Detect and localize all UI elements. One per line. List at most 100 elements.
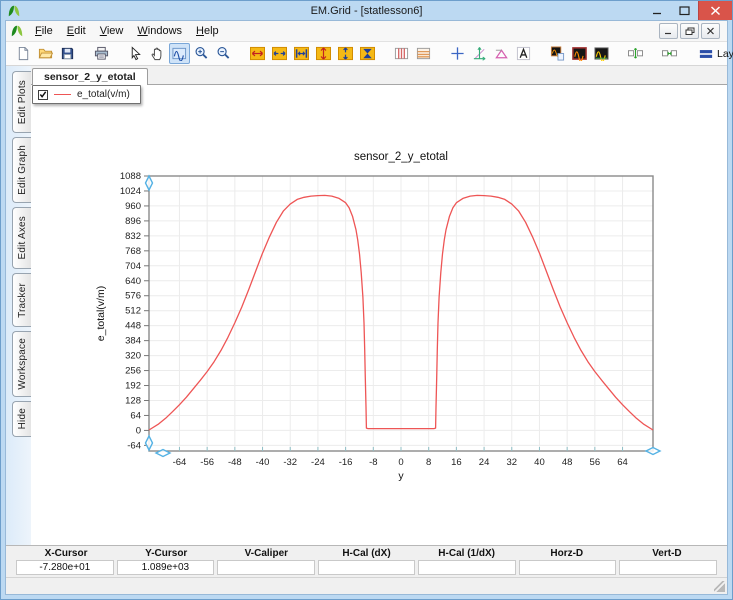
status-header-y-cursor: Y-Cursor (145, 548, 188, 559)
menu-view[interactable]: View (93, 23, 131, 39)
menu-edit[interactable]: Edit (60, 23, 93, 39)
new-icon (18, 46, 29, 61)
horizontal-markers-button[interactable] (413, 43, 434, 64)
print-button[interactable] (91, 43, 112, 64)
status-value-6 (619, 560, 717, 575)
sidebar-tab-label: Tracker (16, 282, 28, 318)
rows-icon (416, 47, 431, 60)
menu-help[interactable]: Help (189, 23, 226, 39)
open-icon (38, 48, 53, 59)
eqh-icon (662, 50, 677, 57)
svg-text:512: 512 (125, 306, 141, 317)
sidebar-tab-label: Edit Plots (16, 79, 28, 125)
footer-strip (6, 577, 727, 594)
svg-text:704: 704 (125, 261, 141, 272)
svg-text:-64: -64 (127, 440, 141, 451)
mdi-minimize-button[interactable] (659, 23, 678, 39)
layout-dropdown[interactable]: Layout (693, 42, 733, 65)
status-value-0: -7.280e+01 (16, 560, 114, 575)
svg-text:8: 8 (426, 457, 431, 468)
zoom-window-button[interactable] (169, 43, 190, 64)
expand-vertical-button[interactable] (335, 43, 356, 64)
vertical-markers-button[interactable] (391, 43, 412, 64)
columns-icon (394, 47, 409, 60)
svg-text:-32: -32 (283, 457, 297, 468)
plot-dark-style-button[interactable] (569, 43, 590, 64)
svg-text:832: 832 (125, 231, 141, 242)
y-tick-marks (144, 175, 149, 446)
legend-box: e_total(v/m) (32, 85, 141, 104)
chart-plot-area[interactable]: -64 -56 -48 -40 -32 -24 -16 -8 0 8 16 24 32 40 48 56 64-… (91, 142, 691, 487)
pan-button[interactable] (147, 43, 168, 64)
clamp-horizontal-button[interactable] (291, 43, 312, 64)
plus-icon (451, 47, 464, 60)
layout-icon (699, 49, 713, 58)
close-button[interactable] (698, 1, 732, 20)
menu-file[interactable]: File (28, 23, 60, 39)
expand-horizontal-button[interactable] (269, 43, 290, 64)
legend-line-swatch (54, 94, 71, 95)
menu-windows[interactable]: Windows (130, 23, 189, 39)
zoom-in-button[interactable] (191, 43, 212, 64)
mdi-window-controls (659, 23, 723, 39)
sine-icon (172, 47, 187, 61)
menu-bar: File Edit View Windows Help (6, 21, 727, 42)
tracker-axes-button[interactable] (469, 43, 490, 64)
copydark-icon (550, 46, 565, 61)
plot-canvas[interactable]: e_total(v/m) -64 -56 -48 -40 -32 -24 -16 -8 0 8 16… (31, 85, 727, 545)
tab-label: sensor_2_y_etotal (44, 71, 136, 83)
fit-vertical-button[interactable] (313, 43, 334, 64)
copy-plot-button[interactable] (547, 43, 568, 64)
sidebar-tab-edit-plots[interactable]: Edit Plots (12, 71, 31, 133)
equal-vertical-spacing-button[interactable] (625, 43, 646, 64)
maximize-button[interactable] (671, 1, 698, 20)
open-file-button[interactable] (35, 43, 56, 64)
svg-text:0: 0 (136, 425, 141, 436)
save-button[interactable] (57, 43, 78, 64)
exph-icon (272, 46, 287, 61)
minimize-button[interactable] (644, 1, 671, 20)
sidebar-tab-workspace[interactable]: Workspace (12, 331, 31, 397)
legend-checkbox[interactable] (38, 89, 48, 100)
clamp-vertical-button[interactable] (357, 43, 378, 64)
status-value-1: 1.089e+03 (116, 560, 215, 575)
plot-style-button[interactable] (591, 43, 612, 64)
x-tick-labels: -64 -56 -48 -40 -32 -24 -16 -8 0 8 16 24 32 40 48 56 64 (173, 457, 628, 468)
new-file-button[interactable] (13, 43, 34, 64)
sidebar-tab-tracker[interactable]: Tracker (12, 273, 31, 327)
layout-label: Layout (717, 47, 733, 60)
svg-text:640: 640 (125, 276, 141, 287)
tab-sensor-2-y-etotal[interactable]: sensor_2_y_etotal (32, 68, 148, 85)
crosshair-button[interactable] (447, 43, 468, 64)
svg-text:192: 192 (125, 381, 141, 392)
fit-horizontal-button[interactable] (247, 43, 268, 64)
zoom-out-button[interactable] (213, 43, 234, 64)
svg-text:320: 320 (125, 351, 141, 362)
select-cursor-button[interactable] (125, 43, 146, 64)
caliper-button[interactable] (491, 43, 512, 64)
fith-icon (250, 46, 265, 61)
sidebar-tab-edit-axes[interactable]: Edit Axes (12, 207, 31, 269)
svg-text:64: 64 (130, 410, 141, 421)
wave2-icon (594, 47, 609, 61)
svg-text:960: 960 (125, 201, 141, 212)
status-value-3 (317, 560, 416, 575)
text-annotation-button[interactable] (513, 43, 534, 64)
status-value-5 (518, 560, 617, 575)
resize-grip[interactable] (714, 581, 725, 592)
sidebar-tab-hide[interactable]: Hide (12, 401, 31, 437)
svg-text:256: 256 (125, 366, 141, 377)
equal-horizontal-spacing-button[interactable] (659, 43, 680, 64)
svg-text:-16: -16 (339, 457, 353, 468)
cursor-status-bar: X-Cursor Y-Cursor V-Caliper H-Cal (dX) H-Cal… (6, 545, 727, 577)
status-header-horz-d: Horz-D (550, 548, 584, 559)
mdi-restore-button[interactable] (680, 23, 699, 39)
sidebar-tab-edit-graph[interactable]: Edit Graph (12, 137, 31, 203)
window-title: EM.Grid - [statlesson6] (310, 4, 423, 17)
cursor-diamond-handles[interactable] (144, 174, 662, 458)
sidebar-tab-label: Edit Axes (16, 216, 28, 260)
side-tab-strip: Edit Plots Edit Graph Edit Axes Tracker Work… (6, 66, 31, 545)
mdi-close-button[interactable] (701, 23, 720, 39)
svg-text:0: 0 (398, 457, 403, 468)
expv-icon (338, 46, 353, 61)
